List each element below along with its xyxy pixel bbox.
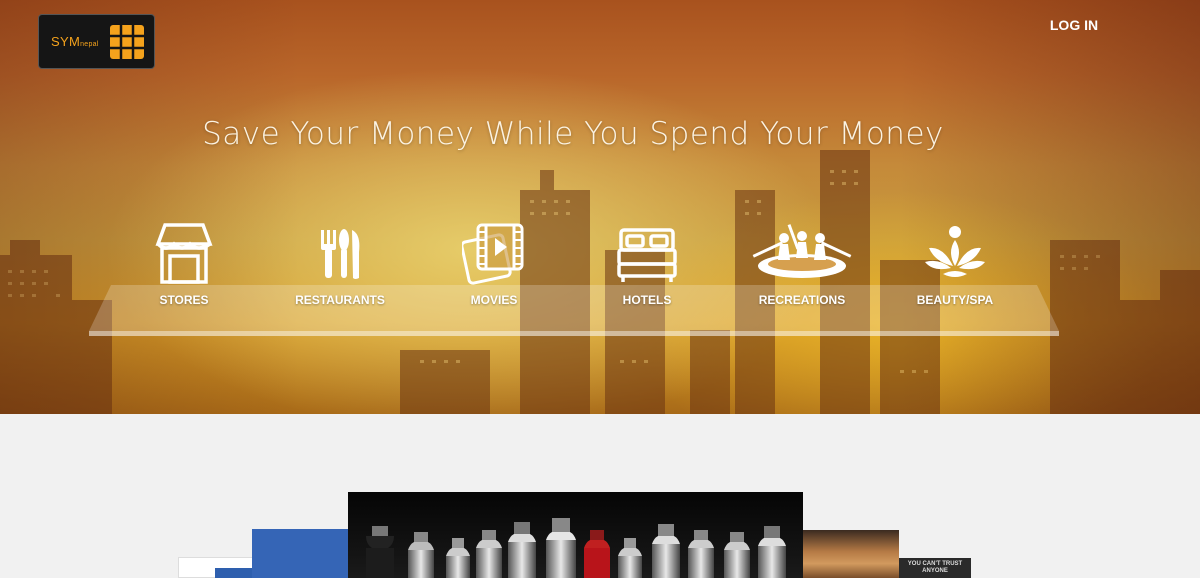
category-label: HOTELS bbox=[622, 293, 672, 307]
logo-sub: nepal bbox=[80, 41, 99, 48]
carousel-card-featured[interactable] bbox=[348, 492, 803, 578]
store-icon bbox=[155, 223, 213, 284]
carousel-card-left[interactable] bbox=[252, 529, 352, 578]
category-beauty-spa[interactable]: BEAUTY/SPA bbox=[880, 222, 1030, 307]
category-label: STORES bbox=[159, 293, 209, 307]
vodka-bottles-image bbox=[366, 518, 786, 578]
city-skyline-image bbox=[0, 150, 1200, 414]
category-stores[interactable]: STORES bbox=[109, 222, 259, 307]
category-label: MOVIES bbox=[470, 293, 518, 307]
hero-banner bbox=[0, 0, 1200, 414]
category-restaurants[interactable]: RESTAURANTS bbox=[265, 222, 415, 307]
hero-tagline: Save Your Money While You Spend Your Mon… bbox=[202, 116, 944, 152]
logo-name: SYM bbox=[51, 34, 81, 49]
poster-text: YOU CAN'T TRUST ANYONE bbox=[907, 561, 963, 574]
sim-chip-icon bbox=[110, 25, 144, 59]
category-hotels[interactable]: HOTELS bbox=[572, 222, 722, 307]
cutlery-icon bbox=[321, 229, 360, 279]
lotus-icon bbox=[925, 226, 985, 277]
category-label: RECREATIONS bbox=[758, 293, 846, 307]
carousel-card-right-outer[interactable]: YOU CAN'T TRUST ANYONE bbox=[899, 558, 971, 578]
carousel-card-left-outer[interactable] bbox=[178, 557, 259, 578]
logo-wordmark: SYMnepal bbox=[51, 34, 99, 49]
deals-carousel: YOU CAN'T TRUST ANYONE bbox=[0, 414, 1200, 578]
category-recreations[interactable]: RECREATIONS bbox=[727, 222, 877, 307]
carousel-card-right[interactable] bbox=[803, 530, 899, 578]
symnepal-logo[interactable]: SYMnepal bbox=[38, 14, 155, 69]
rafting-icon bbox=[752, 224, 852, 278]
movie-icon bbox=[462, 223, 524, 285]
bed-icon bbox=[617, 228, 677, 282]
category-label: RESTAURANTS bbox=[295, 293, 385, 307]
category-movies[interactable]: MOVIES bbox=[419, 222, 569, 307]
category-label: BEAUTY/SPA bbox=[916, 293, 994, 307]
login-link[interactable]: LOG IN bbox=[1040, 17, 1108, 33]
